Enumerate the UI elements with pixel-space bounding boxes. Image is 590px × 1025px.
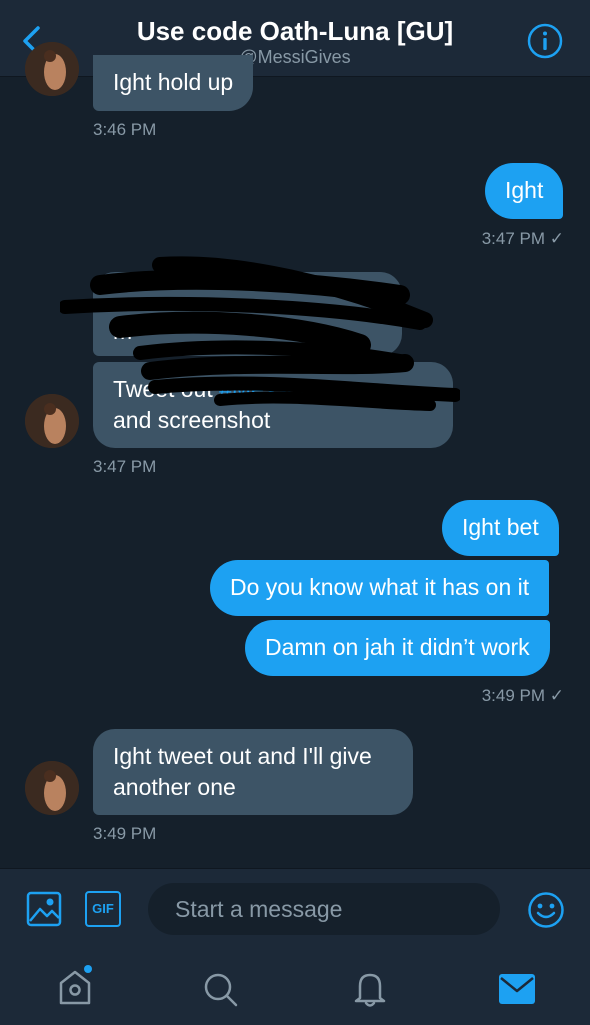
message-input[interactable]: Start a message xyxy=(148,883,500,935)
message-text: another one xyxy=(113,774,236,800)
tab-home[interactable] xyxy=(55,965,95,1012)
conversation-handle[interactable]: @MessiGives xyxy=(0,47,590,68)
add-image-button[interactable] xyxy=(26,891,62,932)
tab-search[interactable] xyxy=(202,971,240,1014)
emoji-icon xyxy=(528,892,564,928)
message-bubble[interactable]: Ight bet xyxy=(442,500,559,556)
message-timestamp: 3:49 PM ✓ xyxy=(481,686,564,705)
tab-messages[interactable] xyxy=(498,973,536,1010)
message-timestamp: 3:47 PM xyxy=(93,457,157,476)
add-gif-button[interactable]: GIF xyxy=(85,891,121,927)
avatar[interactable] xyxy=(25,761,79,815)
conversation-header: Use code Oath-Luna [GU] @MessiGives xyxy=(0,0,590,77)
message-timestamp: 3:46 PM xyxy=(93,120,157,139)
info-icon xyxy=(527,23,563,59)
message-bubble[interactable]: Do you know what it has on it xyxy=(210,560,550,616)
message-bubble[interactable]: Ight xyxy=(485,163,564,219)
home-icon xyxy=(59,965,92,1005)
message-bubble[interactable]: Ight tweet out and I'll give another one xyxy=(93,729,413,815)
gif-label: GIF xyxy=(92,901,114,916)
conversation-title[interactable]: Use code Oath-Luna [GU] xyxy=(0,16,590,47)
message-bubble[interactable]: Damn on jah it didn’t work xyxy=(245,620,550,676)
redaction-scribble xyxy=(60,256,460,411)
image-icon xyxy=(26,891,62,927)
message-text: Ight tweet out and I'll give xyxy=(113,743,372,769)
search-icon xyxy=(204,973,238,1007)
notifications-icon xyxy=(354,973,386,1007)
tab-notifications[interactable] xyxy=(352,970,388,1013)
tab-bar xyxy=(0,959,590,1025)
avatar[interactable] xyxy=(25,394,79,448)
message-timestamp: 3:49 PM xyxy=(93,824,157,843)
message-timestamp: 3:47 PM ✓ xyxy=(481,229,564,248)
avatar[interactable] xyxy=(25,42,79,96)
emoji-button[interactable] xyxy=(527,891,565,934)
messages-icon xyxy=(499,974,535,1004)
message-composer: GIF Start a message xyxy=(0,868,590,1025)
message-bubble[interactable]: Ight hold up xyxy=(93,55,254,111)
info-button[interactable] xyxy=(527,23,563,59)
